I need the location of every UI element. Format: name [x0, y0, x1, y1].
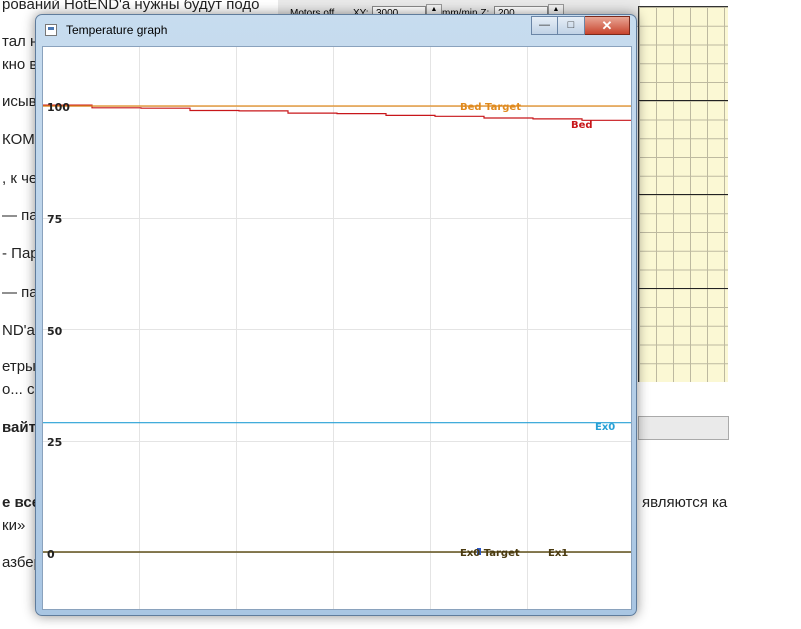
- article-line: етры: [2, 358, 36, 375]
- y-tick-label: 0: [47, 548, 55, 561]
- series-label-ex0-target: Ex0 Target: [460, 548, 520, 559]
- series-label-bed-target: Bed Target: [460, 102, 521, 113]
- article-fragment-right: являются ка: [642, 494, 728, 511]
- grid-major-line: [639, 100, 728, 101]
- article-line: исыв: [2, 93, 37, 110]
- series-label-bed: Bed: [571, 120, 593, 131]
- article-line: , к че: [2, 170, 38, 187]
- app-icon: [45, 24, 57, 36]
- y-tick-label: 50: [47, 325, 63, 338]
- background-panel-strip: [638, 416, 729, 440]
- grid-major-line: [639, 288, 728, 289]
- background-grid-panel: [638, 6, 728, 382]
- y-tick-label: 100: [47, 101, 70, 114]
- y-tick-label: 75: [47, 213, 63, 226]
- window-titlebar[interactable]: Temperature graph — □ ✕: [36, 15, 636, 45]
- series-label-ex1: Ex1: [548, 548, 569, 559]
- maximize-button[interactable]: □: [558, 16, 585, 35]
- article-line: ки»: [2, 517, 26, 534]
- minimize-button[interactable]: —: [531, 16, 558, 35]
- article-line: рований HotEND'а нужны будут подо: [2, 0, 260, 13]
- article-line: - Пар: [2, 245, 39, 262]
- article-line: КОМ: [2, 131, 35, 148]
- temperature-chart: [43, 47, 631, 609]
- temperature-graph-window[interactable]: Temperature graph — □ ✕ 100 75 50 25 0 B…: [35, 14, 637, 616]
- article-line: — па: [2, 207, 38, 224]
- window-caption-buttons: — □ ✕: [531, 16, 630, 36]
- window-title: Temperature graph: [66, 23, 168, 37]
- close-button[interactable]: ✕: [585, 16, 630, 35]
- series-label-ex0: Ex0: [595, 422, 616, 433]
- article-line: — па: [2, 284, 38, 301]
- y-tick-label: 25: [47, 436, 63, 449]
- grid-major-line: [639, 194, 728, 195]
- article-line: тал н: [2, 33, 39, 50]
- series-line-bed: [43, 104, 631, 121]
- temperature-chart-area: 100 75 50 25 0 Bed Target Bed Ex0 Ex0 Ta…: [42, 46, 632, 610]
